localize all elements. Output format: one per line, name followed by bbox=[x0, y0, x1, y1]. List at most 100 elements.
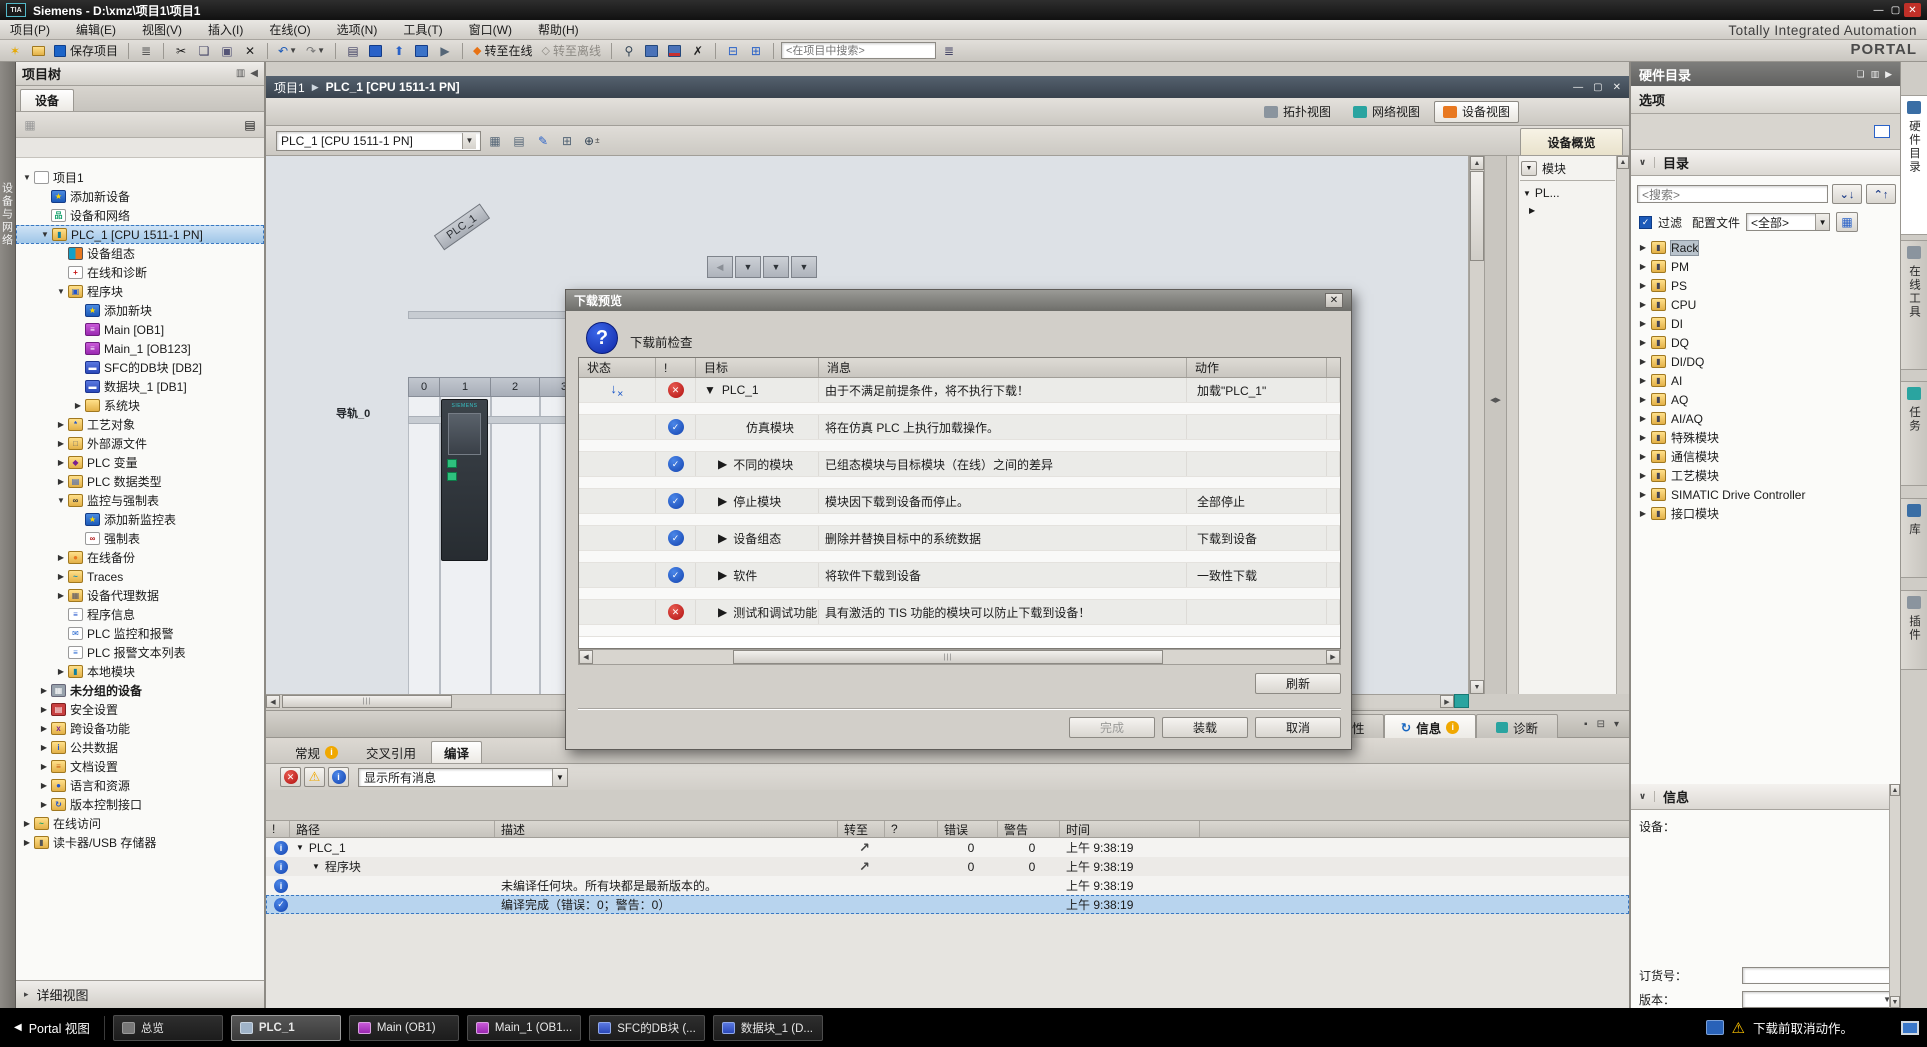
tab-交叉引用[interactable]: 交叉引用 bbox=[353, 741, 429, 763]
expand-arrow-icon[interactable]: ▶ bbox=[718, 457, 727, 471]
tree-item-添加新块[interactable]: ★添加新块 bbox=[16, 301, 264, 320]
tree-item-在线备份[interactable]: ▶●在线备份 bbox=[16, 548, 264, 567]
menu-item-4[interactable]: 在线(O) bbox=[269, 21, 310, 38]
expand-arrow-icon[interactable]: ▶ bbox=[1637, 357, 1649, 366]
right-tab-插件[interactable]: 插件 bbox=[1901, 590, 1927, 670]
tree-item-SFC的DB块-[DB2][interactable]: ▬SFC的DB块 [DB2] bbox=[16, 358, 264, 377]
nav-down-button-1[interactable]: ▼ bbox=[735, 256, 761, 278]
redo-button[interactable]: ↷▼ bbox=[303, 42, 328, 60]
catalog-item-CPU[interactable]: ▶▮CPU bbox=[1631, 295, 1886, 314]
expand-arrow-icon[interactable]: ▼ bbox=[56, 287, 66, 296]
print-button[interactable]: ≣ bbox=[136, 42, 156, 60]
breadcrumb-device[interactable]: PLC_1 [CPU 1511-1 PN] bbox=[326, 80, 460, 94]
info-scrollbar[interactable]: ▲ ▼ bbox=[1889, 784, 1900, 1008]
catalog-item-PM[interactable]: ▶▮PM bbox=[1631, 257, 1886, 276]
right-tab-硬件目录[interactable]: 硬件目录 bbox=[1901, 95, 1927, 235]
dialog-row-软件[interactable]: ✓▶软件将软件下载到设备一致性下载 bbox=[579, 563, 1340, 587]
tree-view-toggle-icon[interactable]: ▤ bbox=[240, 116, 260, 134]
catalog-window-icon[interactable] bbox=[1874, 125, 1890, 138]
catalog-float-icon[interactable]: ❏ bbox=[1856, 69, 1864, 80]
canvas-vscrollbar[interactable]: ▲ ▼ bbox=[1469, 156, 1484, 694]
dialog-hscrollbar[interactable]: ◀ ||| ▶ bbox=[578, 649, 1341, 665]
dialog-row-不同的模块[interactable]: ✓▶不同的模块已组态模块与目标模块（在线）之间的差异 bbox=[579, 452, 1340, 476]
menu-item-7[interactable]: 窗口(W) bbox=[469, 21, 512, 38]
profile-edit-icon[interactable]: ▦ bbox=[1836, 212, 1858, 232]
expand-arrow-icon[interactable]: ▶ bbox=[1637, 262, 1649, 271]
message-row-3[interactable]: ✓编译完成（错误：0；警告：0）上午 9:38:19 bbox=[266, 895, 1629, 914]
monitor-icon[interactable] bbox=[1901, 1021, 1919, 1035]
find-next-icon[interactable]: ⌄↓ bbox=[1832, 184, 1862, 204]
tree-item-设备和网络[interactable]: 品设备和网络 bbox=[16, 206, 264, 225]
nav-down-button-2[interactable]: ▼ bbox=[763, 256, 789, 278]
go-online-button[interactable]: ◆转至在线 bbox=[470, 42, 535, 60]
dialog-row-仿真模块[interactable]: ✓仿真模块将在仿真 PLC 上执行加载操作。 bbox=[579, 415, 1340, 439]
expand-arrow-icon[interactable]: ▶ bbox=[22, 838, 32, 847]
order-number-field[interactable] bbox=[1742, 967, 1894, 984]
filter-info-button[interactable]: i bbox=[328, 767, 349, 787]
tree-item-工艺对象[interactable]: ▶*工艺对象 bbox=[16, 415, 264, 434]
expand-arrow-icon[interactable]: ▶ bbox=[56, 591, 66, 600]
inspector-tab-信息[interactable]: ↻信息i bbox=[1384, 714, 1476, 739]
view-button-2[interactable]: 设备视图 bbox=[1434, 101, 1519, 123]
tree-item-未分组的设备[interactable]: ▶▦未分组的设备 bbox=[16, 681, 264, 700]
nav-down-button-3[interactable]: ▼ bbox=[791, 256, 817, 278]
menu-item-5[interactable]: 选项(N) bbox=[337, 21, 378, 38]
view-button-1[interactable]: 网络视图 bbox=[1345, 101, 1428, 123]
tab-编译[interactable]: 编译 bbox=[431, 741, 482, 763]
expand-arrow-icon[interactable]: ▼ bbox=[56, 496, 66, 505]
tree-item-Main-[OB1][interactable]: ≡Main [OB1] bbox=[16, 320, 264, 339]
tree-item-系统块[interactable]: ▶系统块 bbox=[16, 396, 264, 415]
expand-arrow-icon[interactable]: ▼ bbox=[22, 173, 32, 182]
portal-view-button[interactable]: ◀ Portal 视图 bbox=[8, 1018, 96, 1037]
overview-row-expander[interactable]: ▶ bbox=[1529, 206, 1535, 215]
tree-item-安全设置[interactable]: ▶▤安全设置 bbox=[16, 700, 264, 719]
expand-arrow-icon[interactable]: ▶ bbox=[56, 572, 66, 581]
tree-item-设备组态[interactable]: 设备组态 bbox=[16, 244, 264, 263]
expand-arrow-icon[interactable]: ▶ bbox=[39, 686, 49, 695]
project-search-input[interactable] bbox=[781, 42, 936, 59]
goto-cell[interactable]: ↗ bbox=[838, 840, 885, 856]
dialog-close-icon[interactable]: ✕ bbox=[1325, 293, 1343, 308]
close-icon[interactable]: ✕ bbox=[1904, 3, 1921, 17]
memory-card-icon[interactable] bbox=[1706, 1020, 1724, 1035]
go-offline-button[interactable]: ◇转至离线 bbox=[538, 42, 603, 60]
tree-item-语言和资源[interactable]: ▶●语言和资源 bbox=[16, 776, 264, 795]
dialog-row-停止模块[interactable]: ✓▶停止模块模块因下载到设备而停止。全部停止 bbox=[579, 489, 1340, 513]
collapse-info-icon[interactable]: ∨ bbox=[1631, 791, 1655, 802]
catalog-item-DQ[interactable]: ▶▮DQ bbox=[1631, 333, 1886, 352]
overview-splitter[interactable]: ◀▶ bbox=[1484, 156, 1506, 694]
tab-device-overview[interactable]: 设备概览 bbox=[1520, 128, 1623, 155]
expand-arrow-icon[interactable]: ▼ bbox=[312, 862, 320, 871]
expand-arrow-icon[interactable]: ▶ bbox=[1637, 376, 1649, 385]
paste-button[interactable]: ▣ bbox=[217, 42, 237, 60]
filter-warnings-button[interactable]: ⚠ bbox=[304, 767, 325, 787]
tab-devices[interactable]: 设备 bbox=[20, 89, 74, 111]
expand-arrow-icon[interactable]: ▶ bbox=[56, 477, 66, 486]
upload-button[interactable]: ⬆ bbox=[389, 42, 409, 60]
expand-arrow-icon[interactable]: ▶ bbox=[56, 553, 66, 562]
tree-item-程序信息[interactable]: ≡程序信息 bbox=[16, 605, 264, 624]
collapse-panel-icon[interactable]: ◀ bbox=[250, 68, 258, 79]
message-row-0[interactable]: i▼PLC_1↗00上午 9:38:19 bbox=[266, 838, 1629, 857]
device-select[interactable]: PLC_1 [CPU 1511-1 PN]▼ bbox=[276, 131, 481, 151]
expand-arrow-icon[interactable]: ▼ bbox=[296, 843, 304, 852]
tree-item-本地模块[interactable]: ▶▮本地模块 bbox=[16, 662, 264, 681]
goto-arrow-icon[interactable]: ↗ bbox=[859, 840, 870, 856]
save-project-button[interactable]: 保存项目 bbox=[51, 42, 121, 60]
menu-item-8[interactable]: 帮助(H) bbox=[538, 21, 579, 38]
tree-item-设备代理数据[interactable]: ▶▦设备代理数据 bbox=[16, 586, 264, 605]
tree-item-PLC_1-[CPU-1511-1-PN][interactable]: ▼▮PLC_1 [CPU 1511-1 PN] bbox=[16, 225, 264, 244]
info-section-header[interactable]: ∨ 信息 bbox=[1631, 784, 1902, 810]
tree-item-Traces[interactable]: ▶~Traces bbox=[16, 567, 264, 586]
overview-right-scrollbar[interactable]: ▲ bbox=[1616, 156, 1629, 694]
expand-arrow-icon[interactable]: ▶ bbox=[39, 800, 49, 809]
取消-button[interactable]: 取消 bbox=[1255, 717, 1341, 738]
catalog-options-header[interactable]: 选项 bbox=[1631, 86, 1900, 114]
catalog-section-header[interactable]: ∨ 目录 bbox=[1631, 150, 1900, 176]
edit-labels-icon[interactable]: ✎ bbox=[533, 132, 553, 150]
taskbar-item-PLC_1[interactable]: PLC_1 bbox=[231, 1015, 341, 1041]
cpu-run-button[interactable] bbox=[642, 42, 662, 60]
tab-常规[interactable]: 常规i bbox=[282, 741, 351, 763]
expand-arrow-icon[interactable]: ▶ bbox=[1637, 338, 1649, 347]
split-vertical-button[interactable]: ⊞ bbox=[746, 42, 766, 60]
